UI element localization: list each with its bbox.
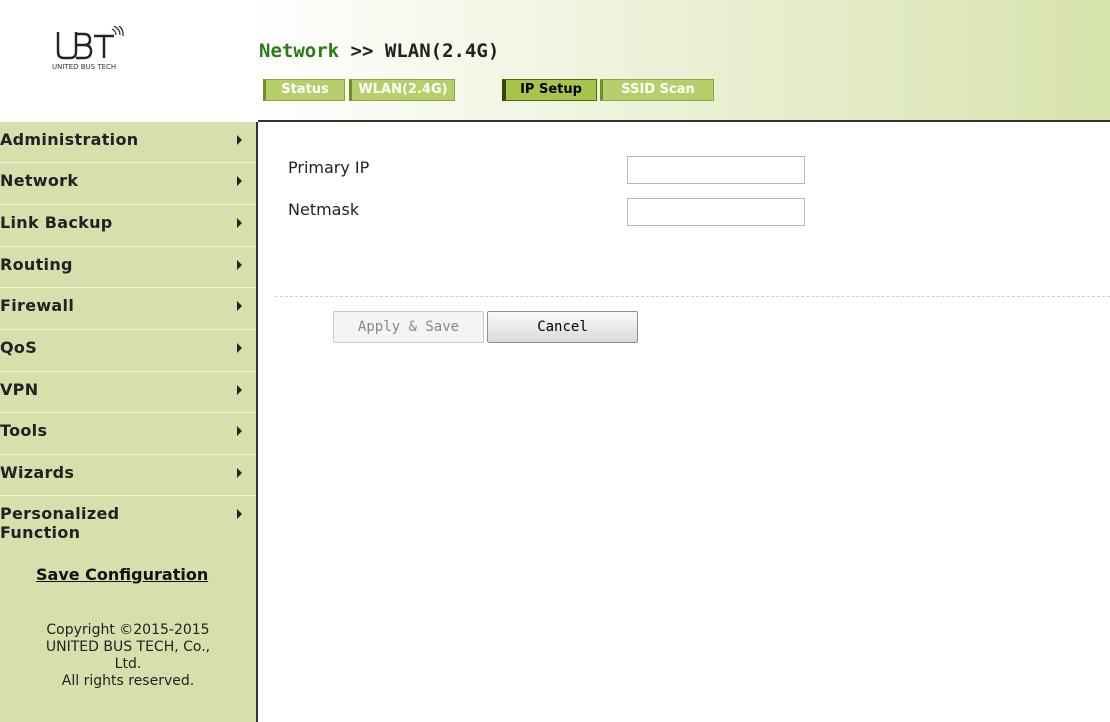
sidebar-item-link-backup[interactable]: Link Backup (0, 205, 256, 247)
sidebar-item-qos[interactable]: QoS (0, 330, 256, 372)
logo-caption: UNITED BUS TECH (52, 63, 117, 71)
sidebar-item-label: Administration (0, 130, 139, 149)
chevron-right-icon (237, 176, 242, 186)
sidebar-item-wizards[interactable]: Wizards (0, 455, 256, 496)
sidebar-item-tools[interactable]: Tools (0, 413, 256, 455)
sidebar-item-routing[interactable]: Routing (0, 247, 256, 288)
sidebar-item-label: Wizards (0, 463, 75, 482)
sidebar-item-vpn[interactable]: VPN (0, 372, 256, 413)
sidebar-item-administration[interactable]: Administration (0, 122, 256, 163)
chevron-right-icon (237, 385, 242, 395)
copyright: Copyright ©2015-2015 UNITED BUS TECH, Co… (0, 622, 256, 690)
primary-ip-input[interactable] (627, 156, 805, 184)
sidebar: Administration Network Link Backup Routi… (0, 122, 258, 722)
apply-save-button[interactable]: Apply & Save (333, 311, 484, 343)
ubt-logo-icon (56, 23, 124, 60)
tab-ip-setup[interactable]: IP Setup (502, 79, 597, 101)
breadcrumb-page: WLAN(2.4G) (384, 40, 500, 62)
chevron-right-icon (237, 468, 242, 478)
sidebar-item-label: Routing (0, 255, 73, 274)
chevron-right-icon (237, 343, 242, 353)
chevron-right-icon (237, 301, 242, 311)
content-top-border (258, 120, 1110, 122)
copyright-line: All rights reserved. (61, 673, 195, 689)
copyright-line: UNITED BUS TECH, Co., (45, 639, 211, 655)
sidebar-item-label: QoS (0, 338, 38, 357)
tab-ssid-scan[interactable]: SSID Scan (600, 79, 714, 101)
breadcrumb-category[interactable]: Network (259, 40, 339, 62)
breadcrumb-separator: >> (350, 40, 374, 62)
sidebar-item-label: Network (0, 171, 79, 190)
sidebar-item-label: Firewall (0, 296, 75, 315)
sidebar-item-label: Personalized Function (0, 504, 120, 542)
copyright-line: Ltd. (114, 656, 142, 672)
chevron-right-icon (237, 509, 242, 519)
sidebar-item-label: VPN (0, 380, 39, 399)
cancel-button[interactable]: Cancel (487, 311, 638, 343)
header: UNITED BUS TECH Network >> WLAN(2.4G) St… (0, 0, 1110, 120)
chevron-right-icon (237, 260, 242, 270)
netmask-label: Netmask (288, 200, 360, 219)
primary-ip-label: Primary IP (288, 158, 370, 177)
copyright-line: Copyright ©2015-2015 (46, 622, 210, 638)
save-configuration-link[interactable]: Save Configuration (36, 565, 208, 584)
sidebar-item-label: Link Backup (0, 213, 113, 232)
sidebar-item-network[interactable]: Network (0, 163, 256, 205)
chevron-right-icon (237, 135, 242, 145)
sidebar-item-firewall[interactable]: Firewall (0, 288, 256, 330)
breadcrumb: Network >> WLAN(2.4G) (259, 40, 499, 62)
sidebar-item-label: Tools (0, 421, 48, 440)
netmask-input[interactable] (627, 198, 805, 226)
tab-wlan-2-4g[interactable]: WLAN(2.4G) (349, 79, 455, 101)
tab-status[interactable]: Status (263, 79, 345, 101)
form-divider (275, 296, 1110, 297)
sidebar-item-personalized-function[interactable]: Personalized Function (0, 496, 256, 554)
chevron-right-icon (237, 426, 242, 436)
chevron-right-icon (237, 218, 242, 228)
